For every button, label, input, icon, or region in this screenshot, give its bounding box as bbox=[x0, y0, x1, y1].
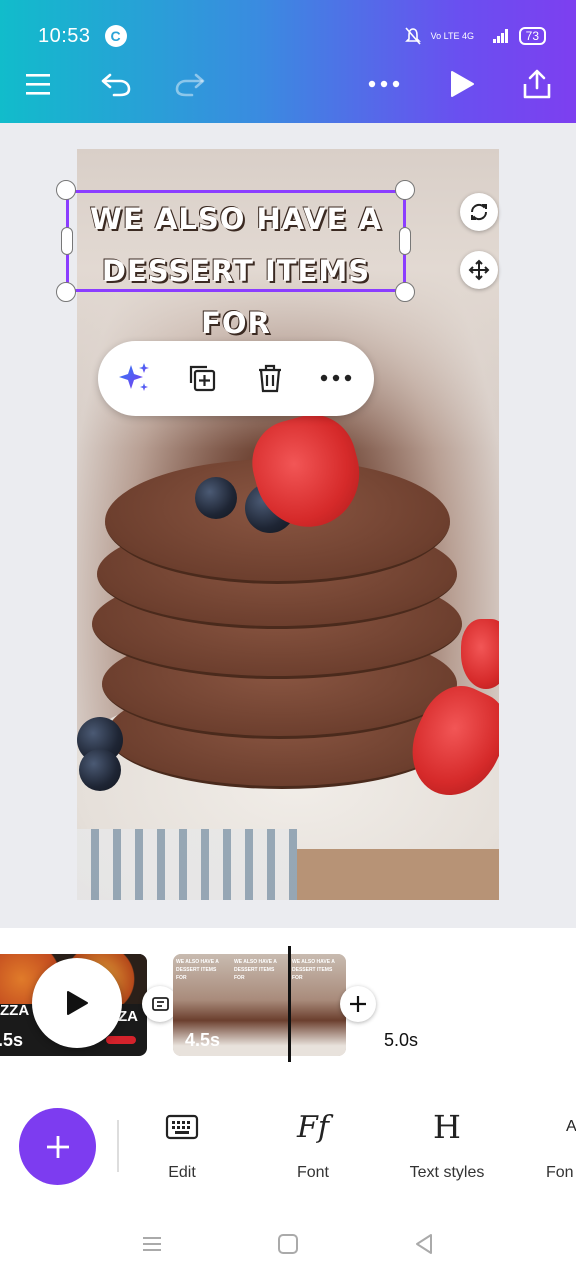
recent-apps-icon bbox=[143, 1237, 161, 1251]
menu-button[interactable] bbox=[16, 62, 60, 106]
status-time: 10:53 bbox=[38, 24, 91, 47]
timeline-play-button[interactable] bbox=[32, 958, 122, 1048]
play-preview-button[interactable] bbox=[440, 62, 484, 106]
home-button[interactable] bbox=[274, 1230, 302, 1258]
clip-text: ZZA bbox=[0, 1002, 30, 1019]
tool-label: Fon bbox=[546, 1164, 574, 1181]
timeline-playhead[interactable] bbox=[288, 946, 291, 1062]
redo-button[interactable] bbox=[168, 62, 212, 106]
keyboard-icon bbox=[165, 1114, 199, 1140]
recent-apps-button[interactable] bbox=[138, 1230, 166, 1258]
napkin-image bbox=[77, 829, 297, 900]
rotate-icon bbox=[470, 203, 488, 221]
resize-handle-right[interactable] bbox=[399, 227, 411, 255]
add-clip-button[interactable] bbox=[340, 986, 376, 1022]
back-button[interactable] bbox=[410, 1230, 438, 1258]
transition-icon bbox=[152, 997, 169, 1011]
blueberry-image bbox=[195, 477, 237, 519]
top-app-bar: 10:53 C Vo LTE 4G 73 bbox=[0, 0, 576, 123]
back-icon bbox=[416, 1234, 432, 1254]
share-button[interactable] bbox=[515, 62, 559, 106]
play-icon bbox=[451, 71, 474, 97]
resize-handle-bottom-left[interactable] bbox=[56, 282, 76, 302]
tool-text-styles[interactable]: H Text styles bbox=[392, 1104, 502, 1182]
status-bar: 10:53 C Vo LTE 4G 73 bbox=[38, 22, 546, 50]
undo-icon bbox=[101, 73, 131, 97]
editor-toolbar bbox=[0, 62, 576, 106]
more-icon bbox=[320, 374, 352, 382]
timeline-clip-2[interactable]: WE ALSO HAVE A DESSERT ITEMS FOR WE ALSO… bbox=[173, 954, 346, 1056]
clip-badge bbox=[106, 1036, 136, 1044]
add-element-button[interactable] bbox=[19, 1108, 96, 1185]
font-size-icon: A bbox=[566, 1118, 576, 1135]
home-icon bbox=[278, 1234, 298, 1254]
tool-font-size[interactable]: A Fon bbox=[520, 1104, 576, 1182]
move-icon bbox=[468, 259, 490, 281]
tool-label: Edit bbox=[168, 1164, 196, 1181]
delete-icon bbox=[259, 364, 281, 393]
more-options-button[interactable] bbox=[362, 62, 406, 106]
blueberry-image bbox=[79, 749, 121, 791]
menu-icon bbox=[26, 74, 50, 95]
move-button[interactable] bbox=[460, 251, 498, 289]
undo-button[interactable] bbox=[94, 62, 138, 106]
tool-font[interactable]: Ff Font bbox=[258, 1104, 368, 1182]
element-context-menu bbox=[98, 341, 374, 416]
status-indicators: Vo LTE 4G 73 bbox=[404, 27, 546, 45]
font-icon: Ff bbox=[297, 1109, 329, 1145]
network-label: Vo LTE 4G bbox=[430, 31, 474, 41]
delete-button[interactable] bbox=[250, 358, 290, 398]
bottom-toolbar: Edit Ff Font H Text styles A Fon bbox=[0, 1068, 576, 1208]
resize-handle-top-right[interactable] bbox=[395, 180, 415, 200]
resize-handle-left[interactable] bbox=[61, 227, 73, 255]
timeline: ZZA ZA .5s WE ALSO HAVE A DESSERT ITEMS … bbox=[0, 928, 576, 1068]
resize-handle-top-left[interactable] bbox=[56, 180, 76, 200]
strawberry-image bbox=[461, 619, 499, 689]
canva-notification-icon: C bbox=[104, 25, 127, 47]
share-icon bbox=[523, 69, 551, 99]
clip-thumbnail: WE ALSO HAVE A DESSERT ITEMS FOR bbox=[289, 954, 346, 1056]
clip-duration: .5s bbox=[0, 1030, 24, 1050]
text-styles-icon: H bbox=[433, 1108, 461, 1146]
play-icon bbox=[67, 991, 88, 1015]
clip-duration: 4.5s bbox=[185, 1030, 221, 1050]
mute-bell-icon bbox=[404, 27, 421, 45]
redo-icon bbox=[175, 73, 205, 97]
tool-edit[interactable]: Edit bbox=[127, 1104, 237, 1182]
selection-box bbox=[66, 190, 406, 292]
plus-icon bbox=[46, 1135, 69, 1158]
duplicate-icon bbox=[189, 365, 216, 392]
signal-icon bbox=[492, 29, 508, 43]
battery-indicator: 73 bbox=[518, 27, 546, 45]
plus-icon bbox=[350, 996, 366, 1012]
more-icon bbox=[368, 80, 400, 88]
system-nav-bar bbox=[0, 1208, 576, 1280]
rotate-button[interactable] bbox=[460, 193, 498, 231]
tool-label: Font bbox=[296, 1164, 329, 1181]
tool-label: Text styles bbox=[409, 1164, 485, 1181]
magic-sparkle-icon bbox=[119, 363, 149, 391]
clip-thumbnail: WE ALSO HAVE A DESSERT ITEMS FOR bbox=[231, 954, 289, 1056]
next-clip-duration: 5.0s bbox=[384, 1030, 419, 1050]
resize-handle-bottom-right[interactable] bbox=[395, 282, 415, 302]
context-more-button[interactable] bbox=[316, 358, 356, 398]
magic-button[interactable] bbox=[114, 358, 154, 398]
table-image bbox=[297, 849, 499, 900]
duplicate-button[interactable] bbox=[182, 358, 222, 398]
toolbar-divider bbox=[117, 1120, 119, 1172]
